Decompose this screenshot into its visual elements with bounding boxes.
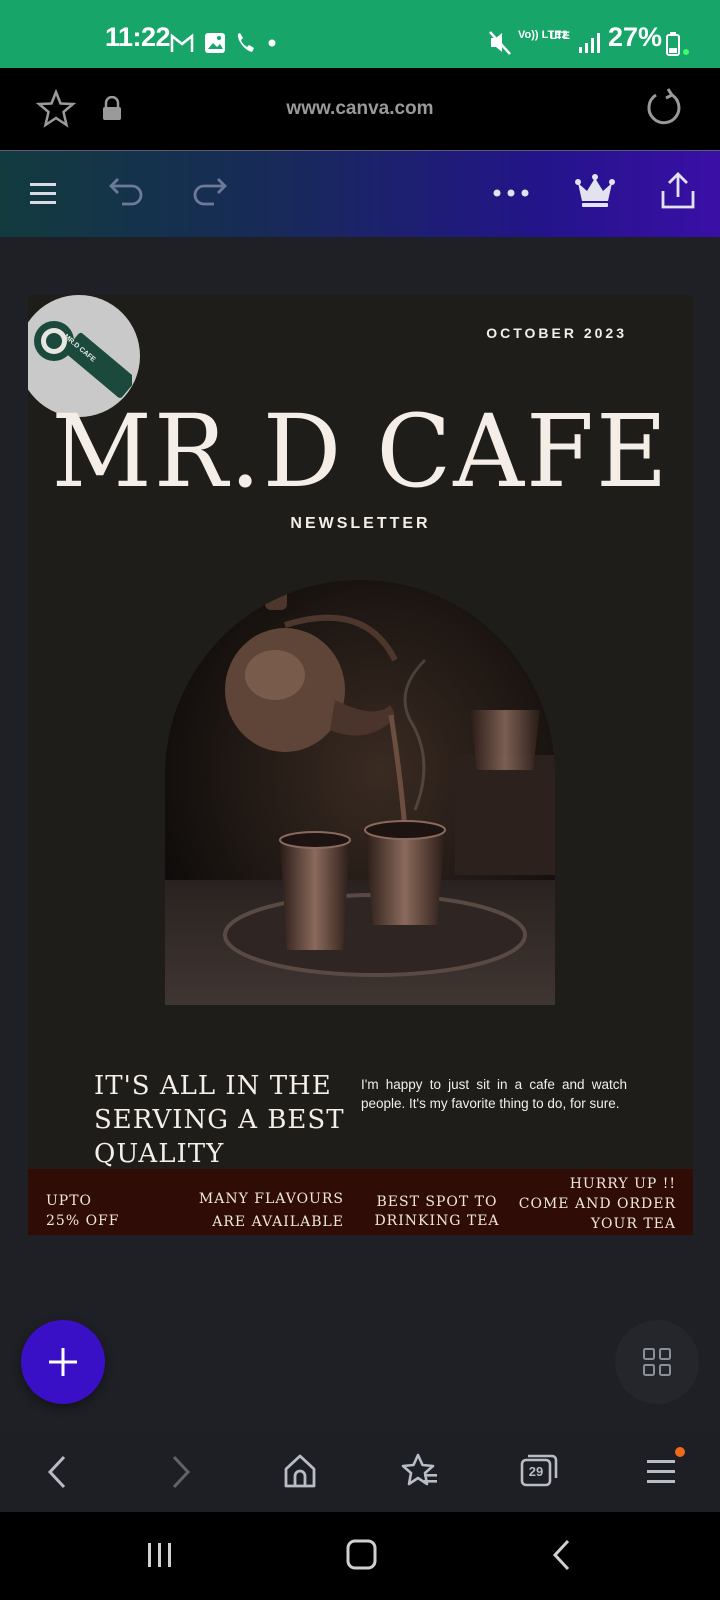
plus-icon bbox=[49, 1348, 77, 1376]
newsletter-subtitle[interactable]: NEWSLETTER bbox=[28, 515, 693, 533]
spot-line-1: BEST SPOT TO bbox=[376, 1194, 498, 1210]
home-button-icon[interactable] bbox=[345, 1538, 379, 1572]
lte-indicator: LTE bbox=[550, 30, 570, 42]
tabs-count: 29 bbox=[528, 1464, 544, 1479]
mute-icon bbox=[489, 31, 511, 55]
more-notifications-dot bbox=[268, 39, 276, 47]
bookmarks-icon[interactable] bbox=[400, 1452, 440, 1490]
offer-line-1: UPTO bbox=[46, 1193, 93, 1209]
grid-icon bbox=[643, 1348, 671, 1376]
flavours-line-2: ARE AVAILABLE bbox=[212, 1214, 344, 1230]
undo-icon[interactable] bbox=[108, 175, 146, 207]
gmail-icon bbox=[170, 33, 194, 52]
flavours-line-1: MANY FLAVOURS bbox=[198, 1191, 344, 1207]
hurry-line-1: HURRY UP !! bbox=[569, 1176, 676, 1192]
url-text[interactable]: www.canva.com bbox=[0, 98, 720, 120]
add-element-button[interactable] bbox=[21, 1320, 105, 1404]
design-page-canvas[interactable]: MR.D CAFE OCTOBER 2023 MR.D CAFE NEWSLET… bbox=[28, 295, 693, 1235]
reload-icon[interactable] bbox=[645, 88, 685, 128]
canva-editor-toolbar bbox=[0, 150, 720, 237]
more-options-icon[interactable] bbox=[493, 187, 529, 199]
signal-icon bbox=[579, 33, 600, 53]
share-icon[interactable] bbox=[660, 171, 696, 211]
back-icon[interactable] bbox=[44, 1454, 70, 1490]
cafe-quote-text[interactable]: I'm happy to just sit in a cafe and watc… bbox=[361, 1075, 627, 1113]
tabs-button[interactable]: 29 bbox=[520, 1452, 558, 1488]
offers-banner[interactable]: UPTO 25% OFF MANY FLAVOURS ARE AVAILABLE… bbox=[28, 1169, 693, 1235]
battery-percent: 27% bbox=[608, 22, 663, 52]
browser-menu-icon[interactable] bbox=[644, 1446, 686, 1490]
tea-pour-photo[interactable] bbox=[165, 580, 555, 1005]
hurry-line-3: YOUR TEA bbox=[590, 1216, 676, 1232]
status-time: 11:22 bbox=[105, 22, 171, 52]
serving-heading[interactable]: IT'S ALL IN THE SERVING A BEST QUALITY bbox=[94, 1069, 354, 1171]
battery-icon bbox=[666, 32, 689, 56]
offer-line-2: 25% OFF bbox=[46, 1213, 120, 1229]
status-bar: 11:22 Vo)) LTE2 LTE 27% bbox=[0, 0, 720, 68]
browser-url-bar: www.canva.com bbox=[0, 68, 720, 150]
forward-icon[interactable] bbox=[168, 1454, 194, 1490]
newsletter-date[interactable]: OCTOBER 2023 bbox=[486, 325, 627, 341]
recents-icon[interactable] bbox=[145, 1540, 175, 1570]
notification-icons bbox=[170, 33, 276, 53]
pages-grid-button[interactable] bbox=[615, 1320, 699, 1404]
teapot-illustration bbox=[165, 580, 555, 1005]
browser-bottom-nav: 29 bbox=[0, 1432, 720, 1512]
menu-icon[interactable] bbox=[28, 179, 58, 209]
home-icon[interactable] bbox=[282, 1452, 318, 1490]
system-back-icon[interactable] bbox=[550, 1538, 574, 1572]
gallery-icon bbox=[205, 33, 225, 53]
crown-premium-icon[interactable] bbox=[575, 173, 615, 209]
redo-icon[interactable] bbox=[190, 175, 228, 207]
system-navigation-bar bbox=[0, 1512, 720, 1600]
spot-line-2: DRINKING TEA bbox=[374, 1213, 500, 1229]
hurry-line-2: COME AND ORDER bbox=[518, 1196, 676, 1212]
phone-icon bbox=[237, 33, 254, 52]
newsletter-title[interactable]: MR.D CAFE bbox=[35, 393, 687, 510]
